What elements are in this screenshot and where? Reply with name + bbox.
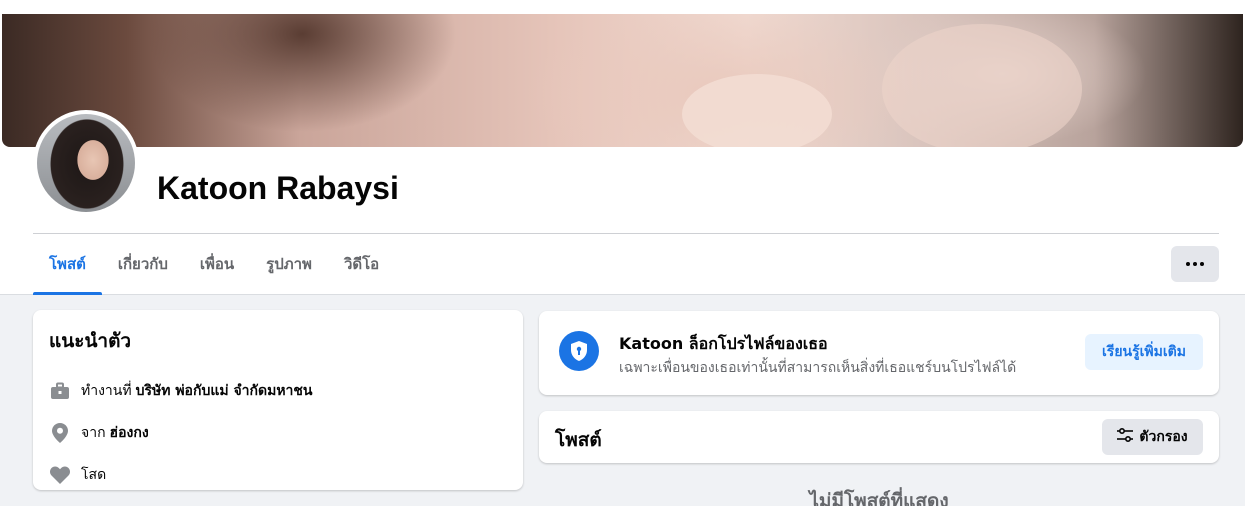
- profile-name: Katoon Rabaysi: [157, 170, 399, 206]
- profile-tabs: โพสต์ เกี่ยวกับ เพื่อน รูปภาพ วิดีโอ: [33, 234, 395, 295]
- tab-about[interactable]: เกี่ยวกับ: [102, 234, 184, 294]
- intro-title: แนะนำตัว: [49, 331, 132, 352]
- filter-sliders-icon: [1117, 427, 1134, 446]
- posts-card: โพสต์ ตัวกรอง: [539, 411, 1219, 463]
- intro-from-row: จาก ฮ่องกง: [49, 412, 507, 454]
- intro-work-row: ทำงานที่ บริษัท พ่อกับแม่ จำกัดมหาชน: [49, 370, 507, 412]
- briefcase-icon: [49, 380, 71, 402]
- profile-page: Katoon Rabaysi โพสต์ เกี่ยวกับ เพื่อน รู…: [0, 0, 1245, 506]
- from-prefix: จาก: [81, 425, 106, 441]
- tab-friends[interactable]: เพื่อน: [184, 234, 250, 294]
- filter-label: ตัวกรอง: [1139, 429, 1188, 445]
- cover-photo[interactable]: [2, 14, 1243, 147]
- avatar[interactable]: [33, 110, 139, 216]
- learn-more-button[interactable]: เรียนรู้เพิ่มเติม: [1085, 334, 1203, 370]
- cover-photo-detail: [882, 24, 1082, 147]
- intro-card: แนะนำตัว ทำงานที่ บริษัท พ่อกับแม่ จำกัด…: [33, 310, 523, 490]
- work-value[interactable]: บริษัท พ่อกับแม่ จำกัดมหาชน: [136, 380, 313, 402]
- avatar-image: [37, 114, 135, 212]
- location-pin-icon: [49, 422, 71, 444]
- tab-videos[interactable]: วิดีโอ: [328, 234, 395, 294]
- tab-photos[interactable]: รูปภาพ: [250, 234, 328, 294]
- more-icon: [1186, 262, 1204, 266]
- profile-header: Katoon Rabaysi โพสต์ เกี่ยวกับ เพื่อน รู…: [0, 0, 1245, 295]
- heart-icon: [49, 464, 71, 486]
- locked-profile-title: Katoon ล็อกโปรไฟล์ของเธอ: [619, 334, 828, 353]
- posts-title: โพสต์: [555, 430, 602, 451]
- locked-profile-subtitle: เฉพาะเพื่อนของเธอเท่านั้นที่สามารถเห็นสิ…: [619, 360, 1017, 376]
- intro-relationship-row: โสด: [49, 454, 507, 496]
- from-value[interactable]: ฮ่องกง: [110, 422, 149, 444]
- more-options-button[interactable]: [1171, 246, 1219, 282]
- no-posts-message: ไม่มีโพสต์ที่แสดง: [809, 491, 949, 506]
- filter-button[interactable]: ตัวกรอง: [1102, 419, 1203, 455]
- locked-profile-card: Katoon ล็อกโปรไฟล์ของเธอ เฉพาะเพื่อนของเ…: [539, 311, 1219, 395]
- cover-photo-detail: [682, 74, 832, 147]
- work-prefix: ทำงานที่: [81, 383, 132, 399]
- tab-posts[interactable]: โพสต์: [33, 234, 102, 295]
- shield-lock-icon: [559, 331, 599, 371]
- relationship-status: โสด: [81, 467, 107, 483]
